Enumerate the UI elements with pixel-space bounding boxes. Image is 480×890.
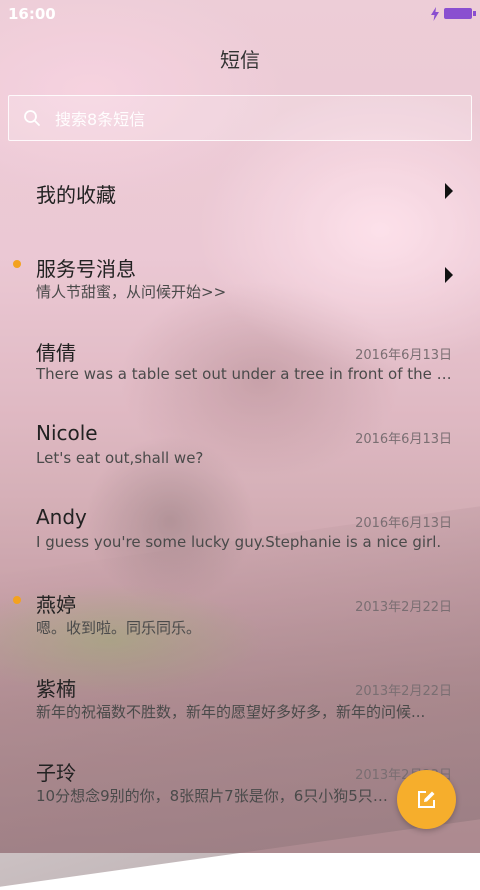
list-item[interactable]: 燕婷 2013年2月22日 嗯。收到啦。同乐同乐。 [0, 584, 480, 644]
conversation-name: 燕婷 [36, 593, 76, 617]
list-item[interactable]: Andy 2016年6月13日 I guess you're some luck… [0, 500, 480, 560]
list-item[interactable]: 紫楠 2013年2月22日 新年的祝福数不胜数，新年的愿望好多好多，新年的问候.… [0, 668, 480, 728]
status-time: 16:00 [8, 5, 56, 23]
conversation-name: 服务号消息 [36, 257, 136, 281]
message-preview: Let's eat out,shall we? [36, 449, 204, 467]
compose-button[interactable] [397, 770, 456, 829]
search-input[interactable] [53, 96, 457, 142]
conversation-date: 2013年2月22日 [355, 600, 452, 615]
message-preview: There was a table set out under a tree i… [36, 365, 454, 383]
chevron-right-icon [445, 183, 453, 199]
message-preview: I guess you're some lucky guy.Stephanie … [36, 533, 442, 551]
charging-bolt-icon [431, 7, 439, 21]
message-preview: 新年的祝福数不胜数，新年的愿望好多好多，新年的问候... [36, 703, 426, 721]
chevron-right-icon [445, 267, 453, 283]
list-item-service-messages[interactable]: 服务号消息 情人节甜蜜，从问候开始>> [0, 248, 480, 308]
conversation-date: 2016年6月13日 [355, 348, 452, 363]
conversation-name: 紫楠 [36, 677, 76, 701]
conversation-date: 2016年6月13日 [355, 432, 452, 447]
list-item[interactable]: Nicole 2016年6月13日 Let's eat out,shall we… [0, 416, 480, 476]
message-preview: 10分想念9别的你，8张照片7张是你，6只小狗5只像你... [36, 787, 396, 805]
unread-dot [13, 596, 21, 604]
conversation-name: Andy [36, 505, 87, 529]
list-item-favorites[interactable]: 我的收藏 [0, 170, 480, 214]
battery-icon [444, 8, 476, 19]
search-icon [24, 110, 40, 126]
conversation-name: 倩倩 [36, 341, 76, 365]
conversation-name: 我的收藏 [36, 183, 116, 207]
search-box[interactable] [8, 95, 472, 142]
compose-icon [418, 791, 435, 808]
conversation-name: Nicole [36, 421, 98, 445]
conversation-name: 子玲 [36, 761, 76, 785]
unread-dot [13, 260, 21, 268]
message-preview: 嗯。收到啦。同乐同乐。 [36, 619, 202, 637]
page-title: 短信 [220, 48, 260, 72]
list-item[interactable]: 倩倩 2016年6月13日 There was a table set out … [0, 332, 480, 392]
status-bar: 16:00 [0, 0, 480, 28]
message-preview: 情人节甜蜜，从问候开始>> [36, 283, 227, 301]
conversation-date: 2013年2月22日 [355, 684, 452, 699]
conversation-date: 2016年6月13日 [355, 516, 452, 531]
